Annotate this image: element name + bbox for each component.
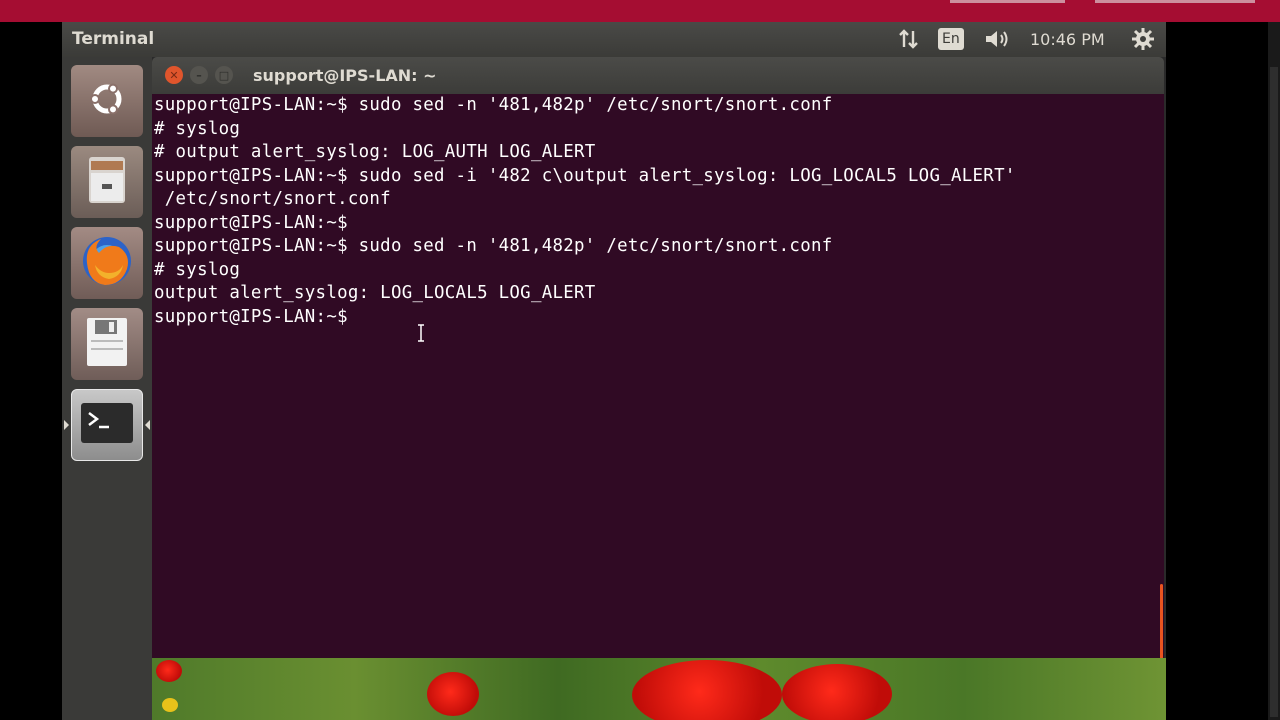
terminal-line: # syslog [154,118,241,139]
maximize-button[interactable]: □ [215,66,233,84]
poppy-flower [156,660,182,682]
terminal-line: support@IPS-LAN:~$ [154,306,348,327]
terminal-output-area[interactable]: support@IPS-LAN:~$ sudo sed -n '481,482p… [152,94,1164,681]
file-cabinet-icon [85,155,129,209]
terminal-line: support@IPS-LAN:~$ sudo sed -i '482 c\ou… [154,165,1016,186]
volume-icon[interactable] [982,27,1014,51]
vm-screen: Terminal En 10:46 PM ✕ – □ support@IPS-L… [62,22,1166,720]
terminal-line: output alert_syslog: LOG_LOCAL5 LOG_ALER… [154,283,596,303]
firefox-button[interactable] [71,227,143,299]
minimize-button[interactable]: – [190,66,208,84]
firefox-icon [79,233,135,293]
desktop-wallpaper [152,658,1166,720]
close-button[interactable]: ✕ [165,66,183,84]
focused-indicator [145,420,150,430]
text-cursor-icon [417,324,425,346]
terminal-line: support@IPS-LAN:~$ [154,212,348,233]
window-title: support@IPS-LAN: ~ [253,66,437,85]
poppy-flower [632,660,782,720]
save-disk-button[interactable] [71,308,143,380]
window-titlebar[interactable]: ✕ – □ support@IPS-LAN: ~ [152,57,1164,94]
clock[interactable]: 10:46 PM [1030,27,1105,51]
keyboard-layout-label: En [938,28,964,50]
active-app-title: Terminal [72,29,155,49]
network-transfer-icon[interactable] [895,27,923,51]
terminal-window: ✕ – □ support@IPS-LAN: ~ support@IPS-LAN… [152,57,1164,681]
files-button[interactable] [71,146,143,218]
active-indicator [64,420,69,430]
terminal-line: /etc/snort/snort.conf [154,189,391,209]
keyboard-layout-indicator[interactable]: En [938,27,964,51]
terminal-line: support@IPS-LAN:~$ sudo sed -n '481,482p… [154,236,833,256]
terminal-icon [79,401,135,449]
dash-home-button[interactable] [71,65,143,137]
gear-icon[interactable] [1130,27,1156,51]
poppy-flower [782,664,892,720]
terminal-scrollbar[interactable] [1158,94,1164,681]
host-right-edge [1268,22,1280,720]
terminal-line: # output alert_syslog: LOG_AUTH LOG_ALER… [154,142,596,162]
host-scrollbar[interactable] [1270,67,1278,717]
host-window-strip [0,0,1280,22]
scrollbar-thumb[interactable] [1160,584,1163,659]
poppy-flower [427,672,479,716]
top-panel: Terminal En 10:46 PM [62,22,1166,57]
terminal-launcher-button[interactable] [71,389,143,461]
terminal-line: # syslog [154,259,241,280]
ubuntu-logo-icon [87,79,127,123]
yellow-flower [162,698,178,712]
host-tab-indicator [1095,0,1255,3]
host-tab-indicator [950,0,1065,3]
floppy-disk-icon [85,316,129,372]
terminal-line: support@IPS-LAN:~$ sudo sed -n '481,482p… [154,95,833,115]
unity-launcher [62,57,152,720]
